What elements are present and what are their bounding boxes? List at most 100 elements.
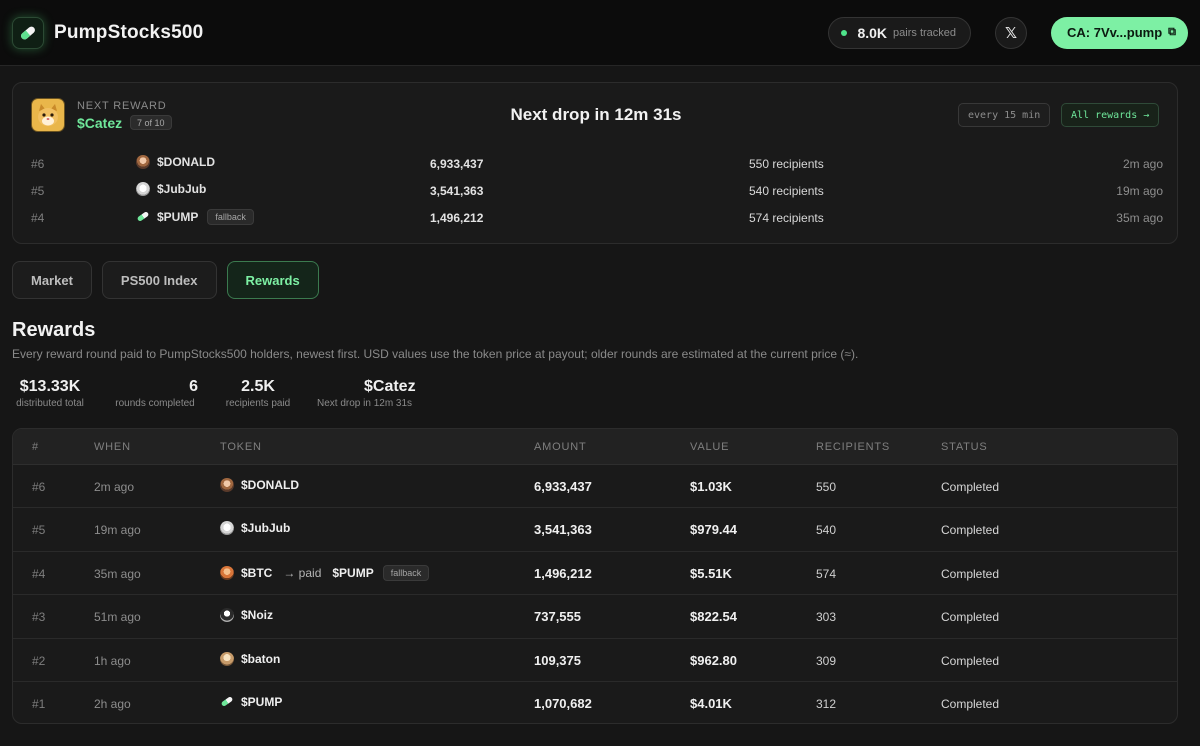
round-number: #5 (32, 523, 46, 538)
tab-rewards[interactable]: Rewards (226, 261, 319, 299)
catez-token-icon (31, 98, 65, 132)
pill-logo-icon[interactable] (12, 16, 44, 49)
main-tabs: Market PS500 Index Rewards (12, 261, 319, 299)
fallback-tag: fallback (382, 564, 430, 581)
donald-token-icon (220, 478, 234, 492)
contract-address-label: CA: 7Vv...pump (1067, 25, 1163, 40)
tab-market[interactable]: Market (12, 261, 92, 299)
column-header-number: # (32, 441, 39, 453)
round-amount: 6,933,437 (534, 479, 592, 494)
recent-round-number: #5 (31, 184, 45, 198)
round-token-name: $BTC (241, 565, 273, 580)
round-value: $1.03K (690, 479, 732, 494)
round-recipients: 550 (816, 480, 837, 494)
recent-token-name: $PUMP (157, 210, 199, 224)
copy-icon: ⧉ (1168, 26, 1176, 38)
reward-position-badge: 7 of 10 (130, 115, 172, 130)
tab-ps500-index[interactable]: PS500 Index (101, 261, 217, 299)
recent-amount: 1,496,212 (430, 211, 484, 225)
round-number: #4 (32, 566, 46, 581)
table-header: # WHEN TOKEN AMOUNT VALUE RECIPIENTS STA… (13, 429, 1177, 465)
round-amount: 1,496,212 (534, 565, 592, 581)
round-amount: 3,541,363 (534, 522, 592, 538)
recent-token[interactable]: $PUMP fallback (136, 209, 254, 225)
round-value: $962.80 (690, 652, 737, 668)
paid-token-name: $PUMP (332, 565, 374, 580)
recent-time: 19m ago (1116, 184, 1163, 198)
next-reward-card: NEXT REWARD $Catez 7 of 10 Next drop in … (12, 82, 1178, 244)
round-recipients: 540 (816, 523, 837, 538)
recent-reward-row: #6 $DONALD 6,933,437 550 recipients 2m a… (13, 154, 1179, 174)
rewards-title: Rewards (12, 319, 96, 341)
pump-pill-icon (220, 695, 234, 709)
recent-time: 2m ago (1122, 157, 1163, 171)
column-header-when: WHEN (94, 441, 131, 453)
round-value: $822.54 (690, 609, 737, 625)
table-row[interactable]: #3 51m ago $Noiz 737,555 $822.54 303 Com… (13, 595, 1177, 639)
column-header-token: TOKEN (220, 441, 262, 453)
recent-round-number: #4 (31, 211, 45, 225)
round-status: Completed (941, 480, 1000, 494)
recent-token[interactable]: $JubJub (136, 182, 206, 196)
pairs-tracked-badge: 8.0K pairs tracked (828, 16, 972, 49)
donald-token-icon (136, 155, 150, 169)
x-social-button[interactable]: 𝕏 (995, 16, 1028, 49)
round-token-name: $DONALD (241, 478, 300, 492)
table-row[interactable]: #6 2m ago $DONALD 6,933,437 $1.03K 550 C… (13, 465, 1177, 509)
round-token[interactable]: $PUMP (220, 695, 282, 709)
round-token-name: $JubJub (241, 521, 291, 536)
round-when: 35m ago (94, 566, 141, 581)
round-token[interactable]: $DONALD (220, 478, 299, 492)
recent-token-name: $DONALD (157, 155, 216, 169)
table-row[interactable]: #4 35m ago $BTC → paid $PUMP fallback 1,… (13, 552, 1177, 596)
recent-amount: 6,933,437 (430, 157, 484, 171)
next-reward-token[interactable]: $Catez (77, 115, 122, 131)
table-row[interactable]: #1 2h ago $PUMP 1,070,682 $4.01K 312 Com… (13, 682, 1177, 723)
round-status: Completed (941, 523, 1000, 538)
table-row[interactable]: #5 19m ago $JubJub 3,541,363 $979.44 540… (13, 508, 1177, 552)
jubjub-token-icon (220, 521, 234, 536)
stat-value: $13.33K (19, 378, 81, 395)
round-token[interactable]: $JubJub (220, 521, 291, 536)
round-value: $4.01K (690, 695, 732, 711)
live-status-dot-icon (841, 29, 848, 36)
x-logo-icon: 𝕏 (1004, 24, 1018, 42)
recent-recipients: 540 recipients (749, 184, 824, 198)
column-header-status: STATUS (941, 441, 988, 453)
round-amount: 109,375 (534, 652, 581, 668)
column-header-amount: AMOUNT (534, 441, 587, 453)
round-when: 19m ago (94, 523, 141, 538)
recent-token-name: $JubJub (157, 182, 207, 196)
stat-label: distributed total (16, 398, 84, 409)
reward-interval-badge: every 15 min (958, 103, 1051, 127)
paid-arrow-text: → paid (283, 565, 322, 580)
stat-value: 6 (189, 378, 198, 395)
round-status: Completed (941, 696, 1000, 711)
round-recipients: 303 (816, 610, 837, 625)
round-number: #1 (32, 696, 46, 711)
stat-label: Next drop in 12m 31s (317, 398, 413, 409)
round-token[interactable]: $Noiz (220, 608, 274, 623)
all-rewards-button[interactable]: All rewards → (1061, 103, 1160, 127)
table-row[interactable]: #2 1h ago $baton 109,375 $962.80 309 Com… (13, 639, 1177, 682)
round-token[interactable]: $BTC → paid $PUMP fallback (220, 564, 430, 581)
round-recipients: 574 (816, 566, 837, 581)
next-reward-label: NEXT REWARD (77, 100, 167, 112)
round-status: Completed (941, 653, 1000, 668)
pairs-tracked-label: pairs tracked (893, 26, 957, 39)
pump-pill-icon (136, 210, 150, 224)
recent-token[interactable]: $DONALD (136, 155, 215, 169)
round-token-name: $Noiz (241, 608, 274, 623)
contract-address-button[interactable]: CA: 7Vv...pump ⧉ (1051, 16, 1188, 49)
stat-recipients-paid: 2.5K recipients paid (222, 377, 294, 409)
recent-reward-row: #4 $PUMP fallback 1,496,212 574 recipien… (13, 208, 1179, 228)
stat-rounds-completed: 6 rounds completed (111, 377, 199, 409)
round-token[interactable]: $baton (220, 651, 280, 666)
noiz-token-icon (220, 608, 234, 623)
stat-value: $Catez (364, 378, 416, 395)
column-header-recipients: RECIPIENTS (816, 441, 891, 453)
fallback-tag: fallback (207, 209, 254, 225)
stat-distributed-total: $13.33K distributed total (12, 377, 88, 409)
round-amount: 1,070,682 (534, 695, 592, 711)
brand-name[interactable]: PumpStocks500 (54, 22, 203, 44)
